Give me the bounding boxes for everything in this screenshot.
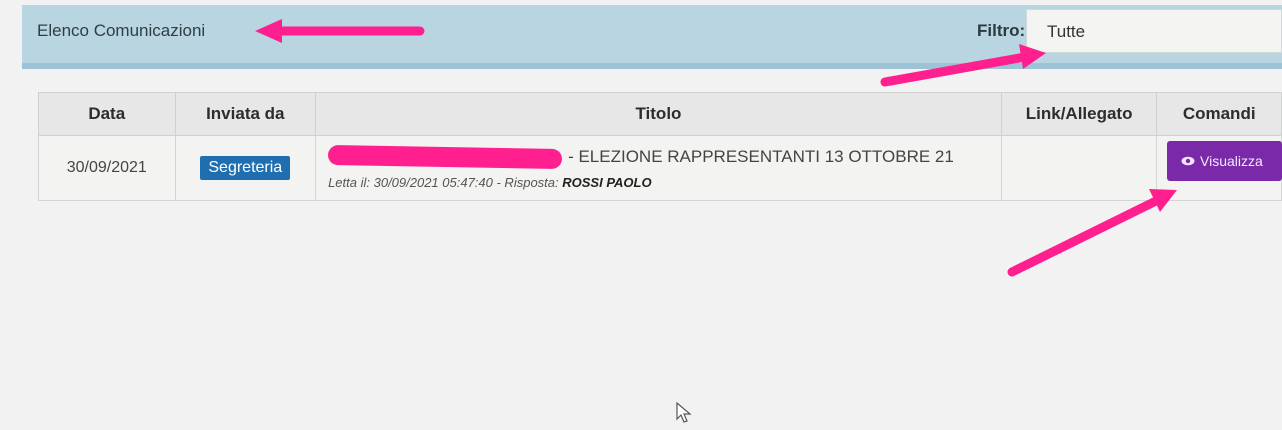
redaction-mark bbox=[327, 144, 563, 169]
row-sender: Segreteria bbox=[174, 135, 317, 201]
sender-badge: Segreteria bbox=[200, 156, 291, 180]
filter-label: Filtro: bbox=[977, 21, 1026, 40]
column-header-title[interactable]: Titolo bbox=[315, 92, 1002, 136]
mouse-pointer-icon bbox=[676, 402, 692, 423]
column-header-sender[interactable]: Inviata da bbox=[174, 92, 317, 136]
filter-value: Tutte bbox=[1047, 22, 1086, 41]
row-title-line: - ELEZIONE RAPPRESENTANTI 13 OTTOBRE 21 bbox=[327, 144, 1001, 169]
row-read-info: Letta il: 30/09/2021 05:47:40 - Risposta… bbox=[328, 175, 1001, 190]
row-link bbox=[1000, 135, 1158, 201]
view-button-label: Visualizza bbox=[1200, 153, 1263, 169]
table-row[interactable]: 30/09/2021 Segreteria - ELEZIONE RAPPRES… bbox=[38, 135, 1282, 201]
column-header-commands: Comandi bbox=[1156, 92, 1282, 136]
annotation-arrow-view bbox=[1007, 189, 1177, 277]
page-title: Elenco Comunicazioni bbox=[37, 21, 206, 40]
row-title: - ELEZIONE RAPPRESENTANTI 13 OTTOBRE 21 bbox=[568, 146, 954, 166]
filter-select[interactable]: Tutte bbox=[1026, 9, 1282, 53]
read-label: Letta il: 30/09/2021 05:47:40 - Risposta… bbox=[328, 174, 559, 190]
row-date: 30/09/2021 bbox=[38, 135, 176, 201]
row-title-cell[interactable]: - ELEZIONE RAPPRESENTANTI 13 OTTOBRE 21 … bbox=[315, 135, 1002, 201]
reply-name: ROSSI PAOLO bbox=[562, 174, 652, 190]
column-header-date[interactable]: Data bbox=[38, 92, 176, 136]
table-header-row: Data Inviata da Titolo Link/Allegato Com… bbox=[38, 92, 1282, 136]
view-button[interactable]: Visualizza bbox=[1167, 141, 1282, 181]
communications-table: Data Inviata da Titolo Link/Allegato Com… bbox=[38, 92, 1282, 201]
eye-icon bbox=[1181, 153, 1195, 169]
column-header-link[interactable]: Link/Allegato bbox=[1000, 92, 1158, 136]
